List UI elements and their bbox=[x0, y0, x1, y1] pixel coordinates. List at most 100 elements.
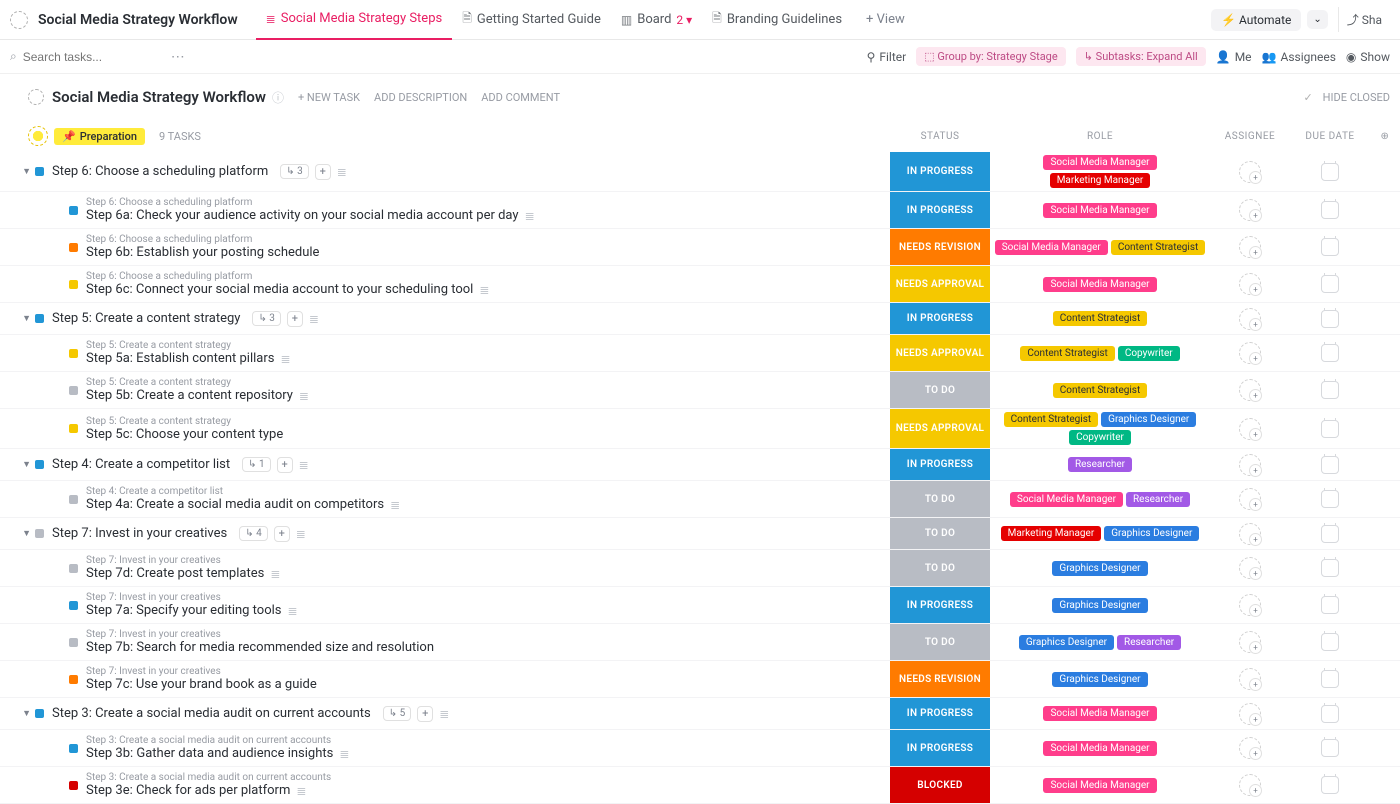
add-view-button[interactable]: + View bbox=[856, 12, 915, 27]
status-dot[interactable] bbox=[35, 167, 44, 176]
status-dot[interactable] bbox=[69, 675, 78, 684]
assignee-cell[interactable] bbox=[1210, 488, 1290, 510]
due-cell[interactable] bbox=[1290, 238, 1370, 256]
role-tag[interactable]: Content Strategist bbox=[1020, 346, 1114, 361]
role-tag[interactable]: Marketing Manager bbox=[1050, 173, 1151, 188]
task-body[interactable]: Step 5: Create a content strategyStep 5c… bbox=[78, 411, 890, 447]
role-tag[interactable]: Graphics Designer bbox=[1104, 526, 1199, 541]
due-cell[interactable] bbox=[1290, 633, 1370, 651]
task-body[interactable]: Step 6: Choose a scheduling platformStep… bbox=[78, 192, 890, 228]
group-label[interactable]: 📌 Preparation bbox=[54, 128, 145, 145]
role-cell[interactable]: Researcher bbox=[990, 454, 1210, 475]
task-body[interactable]: Step 7: Invest in your creativesStep 7a:… bbox=[78, 587, 890, 623]
status-dot[interactable] bbox=[69, 349, 78, 358]
calendar-icon[interactable] bbox=[1321, 420, 1339, 438]
tab[interactable]: 🗎Getting Started Guide bbox=[452, 0, 611, 40]
role-tag[interactable]: Social Media Manager bbox=[1043, 778, 1156, 793]
col-due[interactable]: DUE DATE bbox=[1290, 131, 1370, 142]
role-tag[interactable]: Content Strategist bbox=[1053, 383, 1147, 398]
add-description-button[interactable]: ADD DESCRIPTION bbox=[374, 91, 467, 104]
page-title[interactable]: Social Media Strategy Workflow bbox=[52, 88, 266, 106]
calendar-icon[interactable] bbox=[1321, 310, 1339, 328]
task-name[interactable]: Step 5: Create a content strategy↳ 3+≣ bbox=[52, 311, 882, 327]
assignee-cell[interactable] bbox=[1210, 594, 1290, 616]
role-tag[interactable]: Graphics Designer bbox=[1101, 412, 1196, 427]
role-tag[interactable]: Graphics Designer bbox=[1052, 598, 1147, 613]
subtask-count[interactable]: ↳ 4 bbox=[239, 526, 267, 541]
role-cell[interactable]: Social Media Manager bbox=[990, 703, 1210, 724]
status-dot[interactable] bbox=[69, 243, 78, 252]
task-row[interactable]: ▼Step 6: Choose a scheduling platform↳ 3… bbox=[0, 152, 1400, 192]
role-tag[interactable]: Social Media Manager bbox=[1043, 741, 1156, 756]
status-cell[interactable]: TO DO bbox=[890, 481, 990, 517]
filter-button[interactable]: ⚲Filter bbox=[867, 50, 907, 64]
task-row[interactable]: ▼Step 4: Create a competitor list↳ 1+≣IN… bbox=[0, 449, 1400, 481]
task-row[interactable]: Step 5: Create a content strategyStep 5c… bbox=[0, 409, 1400, 449]
task-body[interactable]: Step 3: Create a social media audit on c… bbox=[78, 767, 890, 803]
status-dot[interactable] bbox=[35, 529, 44, 538]
task-row[interactable]: Step 5: Create a content strategyStep 5b… bbox=[0, 372, 1400, 409]
task-row[interactable]: Step 3: Create a social media audit on c… bbox=[0, 767, 1400, 804]
calendar-icon[interactable] bbox=[1321, 633, 1339, 651]
assignee-add-icon[interactable] bbox=[1239, 418, 1261, 440]
task-row[interactable]: Step 6: Choose a scheduling platformStep… bbox=[0, 266, 1400, 303]
col-add[interactable]: ⊕ bbox=[1370, 131, 1400, 142]
assignee-cell[interactable] bbox=[1210, 418, 1290, 440]
calendar-icon[interactable] bbox=[1321, 559, 1339, 577]
task-row[interactable]: ▼Step 7: Invest in your creatives↳ 4+≣TO… bbox=[0, 518, 1400, 550]
role-cell[interactable]: Graphics DesignerResearcher bbox=[990, 632, 1210, 653]
status-cell[interactable]: NEEDS REVISION bbox=[890, 229, 990, 265]
role-cell[interactable]: Graphics Designer bbox=[990, 558, 1210, 579]
tab[interactable]: ≣Social Media Strategy Steps bbox=[256, 0, 453, 40]
status-dot[interactable] bbox=[69, 601, 78, 610]
share-button[interactable]: ⤴ Sha bbox=[1338, 7, 1390, 32]
automate-button[interactable]: ⚡ Automate bbox=[1211, 9, 1301, 31]
description-icon[interactable]: ≣ bbox=[299, 389, 309, 403]
assignee-add-icon[interactable] bbox=[1239, 199, 1261, 221]
task-body[interactable]: Step 6: Choose a scheduling platformStep… bbox=[78, 229, 890, 265]
status-cell[interactable]: IN PROGRESS bbox=[890, 449, 990, 480]
due-cell[interactable] bbox=[1290, 525, 1370, 543]
status-dot[interactable] bbox=[35, 314, 44, 323]
show-button[interactable]: ◉Show bbox=[1346, 50, 1390, 64]
description-icon[interactable]: ≣ bbox=[479, 283, 489, 297]
description-icon[interactable]: ≣ bbox=[439, 707, 449, 721]
add-comment-button[interactable]: ADD COMMENT bbox=[481, 91, 560, 104]
collapse-icon[interactable]: ▼ bbox=[22, 708, 31, 719]
task-body[interactable]: Step 6: Choose a scheduling platform↳ 3+… bbox=[44, 159, 890, 185]
role-tag[interactable]: Graphics Designer bbox=[1052, 561, 1147, 576]
due-cell[interactable] bbox=[1290, 310, 1370, 328]
assignee-add-icon[interactable] bbox=[1239, 737, 1261, 759]
role-tag[interactable]: Graphics Designer bbox=[1019, 635, 1114, 650]
due-cell[interactable] bbox=[1290, 344, 1370, 362]
status-dot[interactable] bbox=[69, 424, 78, 433]
task-row[interactable]: Step 6: Choose a scheduling platformStep… bbox=[0, 192, 1400, 229]
role-tag[interactable]: Social Media Manager bbox=[1043, 203, 1156, 218]
task-body[interactable]: Step 5: Create a content strategyStep 5b… bbox=[78, 372, 890, 408]
assignees-button[interactable]: 👥Assignees bbox=[1262, 50, 1336, 64]
description-icon[interactable]: ≣ bbox=[270, 567, 280, 581]
assignee-cell[interactable] bbox=[1210, 631, 1290, 653]
status-cell[interactable]: IN PROGRESS bbox=[890, 303, 990, 334]
calendar-icon[interactable] bbox=[1321, 739, 1339, 757]
status-cell[interactable]: NEEDS APPROVAL bbox=[890, 266, 990, 302]
calendar-icon[interactable] bbox=[1321, 596, 1339, 614]
calendar-icon[interactable] bbox=[1321, 670, 1339, 688]
description-icon[interactable]: ≣ bbox=[299, 458, 309, 472]
calendar-icon[interactable] bbox=[1321, 201, 1339, 219]
due-cell[interactable] bbox=[1290, 381, 1370, 399]
role-cell[interactable]: Graphics Designer bbox=[990, 669, 1210, 690]
subtask-count[interactable]: ↳ 1 bbox=[242, 457, 270, 472]
task-name[interactable]: Step 5a: Establish content pillars≣ bbox=[86, 351, 882, 366]
automate-chevron[interactable]: ⌄ bbox=[1307, 10, 1327, 29]
assignee-add-icon[interactable] bbox=[1239, 557, 1261, 579]
task-row[interactable]: Step 7: Invest in your creativesStep 7a:… bbox=[0, 587, 1400, 624]
status-dot[interactable] bbox=[69, 495, 78, 504]
subtask-count[interactable]: ↳ 3 bbox=[280, 164, 308, 179]
due-cell[interactable] bbox=[1290, 275, 1370, 293]
collapse-icon[interactable]: ▼ bbox=[22, 528, 31, 539]
role-cell[interactable]: Social Media ManagerResearcher bbox=[990, 489, 1210, 510]
due-cell[interactable] bbox=[1290, 596, 1370, 614]
role-cell[interactable]: Social Media ManagerMarketing Manager bbox=[990, 152, 1210, 191]
task-row[interactable]: Step 4: Create a competitor listStep 4a:… bbox=[0, 481, 1400, 518]
